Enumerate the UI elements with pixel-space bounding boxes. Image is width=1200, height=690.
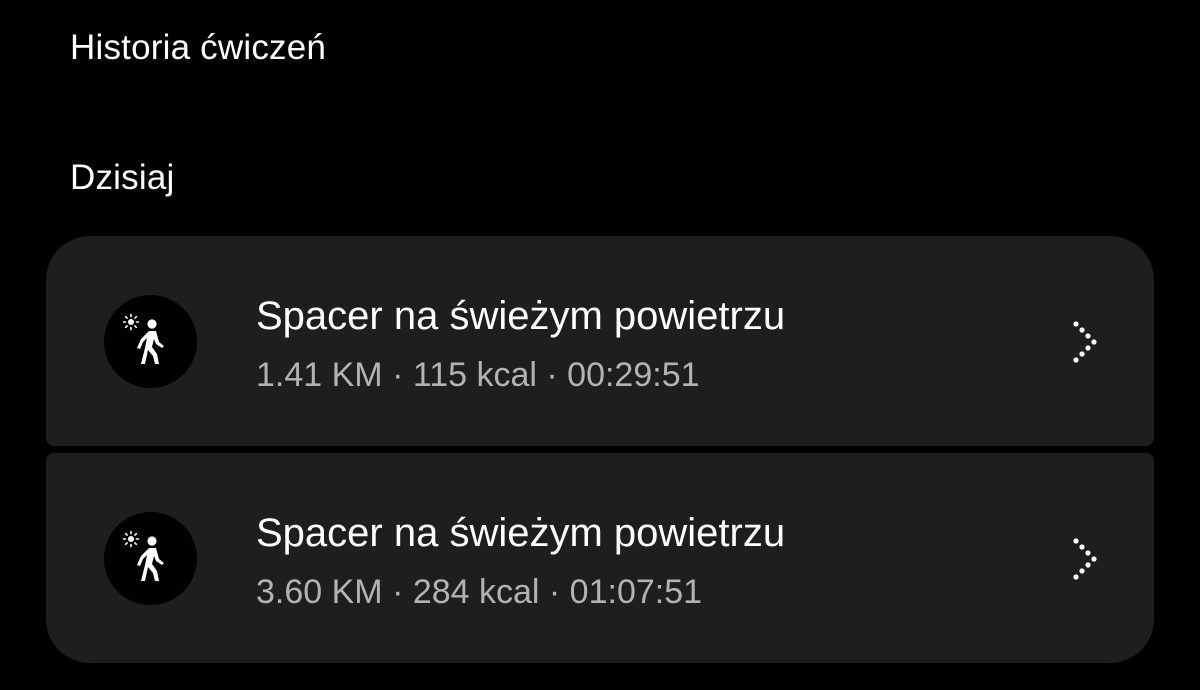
page-title: Historia ćwiczeń (70, 28, 327, 67)
workout-item[interactable]: Spacer na świeżym powietrzu 3.60 KM · 28… (46, 453, 1154, 663)
section-title-today: Dzisiaj (70, 158, 175, 197)
workout-title: Spacer na świeżym powietrzu (256, 511, 786, 555)
outdoor-walk-icon (104, 295, 197, 388)
chevron-right-icon (1070, 537, 1100, 581)
workout-list: Spacer na świeżym powietrzu 1.41 KM · 11… (46, 236, 1154, 663)
workout-stats: 3.60 KM · 284 kcal · 01:07:51 (256, 573, 703, 611)
workout-stats: 1.41 KM · 115 kcal · 00:29:51 (256, 356, 700, 394)
outdoor-walk-icon (104, 512, 197, 605)
workout-item[interactable]: Spacer na świeżym powietrzu 1.41 KM · 11… (46, 236, 1154, 446)
workout-title: Spacer na świeżym powietrzu (256, 294, 786, 338)
chevron-right-icon (1070, 320, 1100, 364)
